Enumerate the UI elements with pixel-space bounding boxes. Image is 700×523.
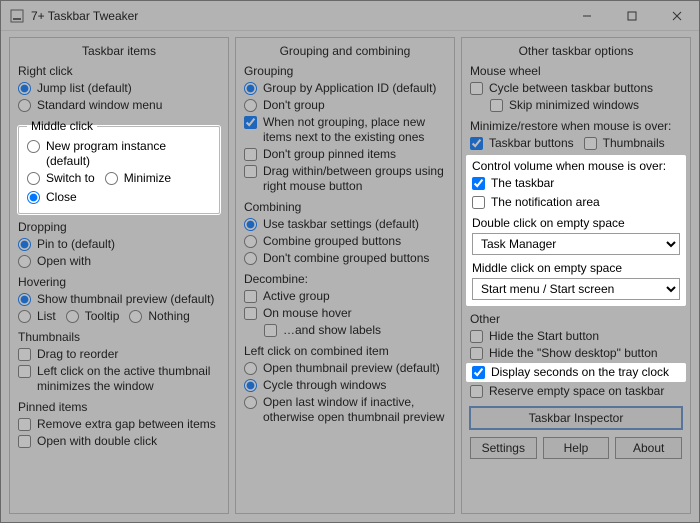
highlight-volume-clicks: Control volume when mouse is over: The t… — [466, 155, 686, 306]
check-remove-gap[interactable]: Remove extra gap between items — [18, 417, 220, 432]
radio-combine-grouped[interactable]: Combine grouped buttons — [244, 234, 446, 249]
label-doubleclick-empty: Double click on empty space — [472, 216, 680, 230]
radio-switch-to[interactable]: Switch to — [27, 171, 95, 186]
label-decombine: Decombine: — [244, 272, 446, 286]
label-other: Other — [470, 312, 682, 326]
check-display-seconds[interactable]: Display seconds on the tray clock — [472, 365, 680, 380]
select-middleclick[interactable]: Start menu / Start screen — [472, 278, 680, 300]
radio-tooltip[interactable]: Tooltip — [66, 309, 120, 324]
check-active-group[interactable]: Active group — [244, 289, 446, 304]
radio-group-appid[interactable]: Group by Application ID (default) — [244, 81, 446, 96]
label-pinned: Pinned items — [18, 400, 220, 414]
check-thumbnails[interactable]: Thumbnails — [584, 136, 665, 151]
col-taskbar-items: Taskbar items Right click Jump list (def… — [9, 37, 229, 514]
settings-button[interactable]: Settings — [470, 437, 537, 459]
group-middle-click: Middle click New program instance (defau… — [18, 119, 220, 214]
check-volume-taskbar[interactable]: The taskbar — [472, 176, 554, 191]
maximize-button[interactable] — [609, 1, 654, 30]
label-middleclick-empty: Middle click on empty space — [472, 261, 680, 275]
radio-use-taskbar-settings[interactable]: Use taskbar settings (default) — [244, 217, 446, 232]
close-button[interactable] — [654, 1, 699, 30]
radio-jump-list[interactable]: Jump list (default) — [18, 81, 220, 96]
radio-minimize[interactable]: Minimize — [105, 171, 171, 186]
check-whennot-grouping[interactable]: When not grouping, place new items next … — [244, 115, 446, 145]
check-drag-groups[interactable]: Drag within/between groups using right m… — [244, 164, 446, 194]
check-open-doubleclick[interactable]: Open with double click — [18, 434, 220, 449]
check-skip-minimized[interactable]: Skip minimized windows — [490, 98, 682, 113]
titlebar: 7+ Taskbar Tweaker — [1, 1, 699, 31]
label-thumbnails: Thumbnails — [18, 330, 220, 344]
check-taskbar-buttons[interactable]: Taskbar buttons — [470, 136, 574, 151]
minimize-button[interactable] — [564, 1, 609, 30]
col1-heading: Taskbar items — [18, 44, 220, 58]
radio-open-thumb[interactable]: Open thumbnail preview (default) — [244, 361, 446, 376]
check-volume-notification[interactable]: The notification area — [472, 195, 600, 210]
radio-close[interactable]: Close — [27, 190, 77, 205]
col2-heading: Grouping and combining — [244, 44, 446, 58]
check-cycle-buttons[interactable]: Cycle between taskbar buttons — [470, 81, 682, 96]
help-button[interactable]: Help — [543, 437, 610, 459]
check-hide-showdesktop[interactable]: Hide the "Show desktop" button — [470, 346, 682, 361]
check-on-hover[interactable]: On mouse hover — [244, 306, 446, 321]
label-grouping: Grouping — [244, 64, 446, 78]
label-leftclick-combined: Left click on combined item — [244, 344, 446, 358]
radio-open-with[interactable]: Open with — [18, 254, 220, 269]
label-volume: Control volume when mouse is over: — [472, 159, 680, 173]
taskbar-inspector-button[interactable]: Taskbar Inspector — [470, 407, 682, 429]
radio-thumb-preview[interactable]: Show thumbnail preview (default) — [18, 292, 220, 307]
radio-open-last[interactable]: Open last window if inactive, otherwise … — [244, 395, 446, 425]
check-dont-group-pinned[interactable]: Don't group pinned items — [244, 147, 446, 162]
radio-standard-menu[interactable]: Standard window menu — [18, 98, 220, 113]
radio-pin-to[interactable]: Pin to (default) — [18, 237, 220, 252]
check-reserve-empty[interactable]: Reserve empty space on taskbar — [470, 384, 682, 399]
content-area: Taskbar items Right click Jump list (def… — [1, 31, 699, 522]
app-window: 7+ Taskbar Tweaker Taskbar items Right c… — [0, 0, 700, 523]
check-leftclick-thumb[interactable]: Left click on the active thumbnail minim… — [18, 364, 220, 394]
radio-dont-group[interactable]: Don't group — [244, 98, 446, 113]
label-dropping: Dropping — [18, 220, 220, 234]
col-other-options: Other taskbar options Mouse wheel Cycle … — [461, 37, 691, 514]
radio-nothing[interactable]: Nothing — [129, 309, 189, 324]
label-mouse-wheel: Mouse wheel — [470, 64, 682, 78]
radio-new-instance[interactable]: New program instance (default) — [27, 139, 211, 169]
label-hovering: Hovering — [18, 275, 220, 289]
about-button[interactable]: About — [615, 437, 682, 459]
app-icon — [9, 8, 25, 24]
check-show-labels[interactable]: …and show labels — [264, 323, 446, 338]
col-grouping: Grouping and combining Grouping Group by… — [235, 37, 455, 514]
radio-cycle-windows[interactable]: Cycle through windows — [244, 378, 446, 393]
radio-list[interactable]: List — [18, 309, 56, 324]
check-hide-start[interactable]: Hide the Start button — [470, 329, 682, 344]
label-combining: Combining — [244, 200, 446, 214]
check-drag-reorder[interactable]: Drag to reorder — [18, 347, 220, 362]
label-right-click: Right click — [18, 64, 220, 78]
window-title: 7+ Taskbar Tweaker — [31, 9, 138, 23]
radio-dont-combine[interactable]: Don't combine grouped buttons — [244, 251, 446, 266]
select-doubleclick[interactable]: Task Manager — [472, 233, 680, 255]
label-middle-click: Middle click — [27, 119, 97, 133]
label-minimize-restore: Minimize/restore when mouse is over: — [470, 119, 682, 133]
col3-heading: Other taskbar options — [470, 44, 682, 58]
